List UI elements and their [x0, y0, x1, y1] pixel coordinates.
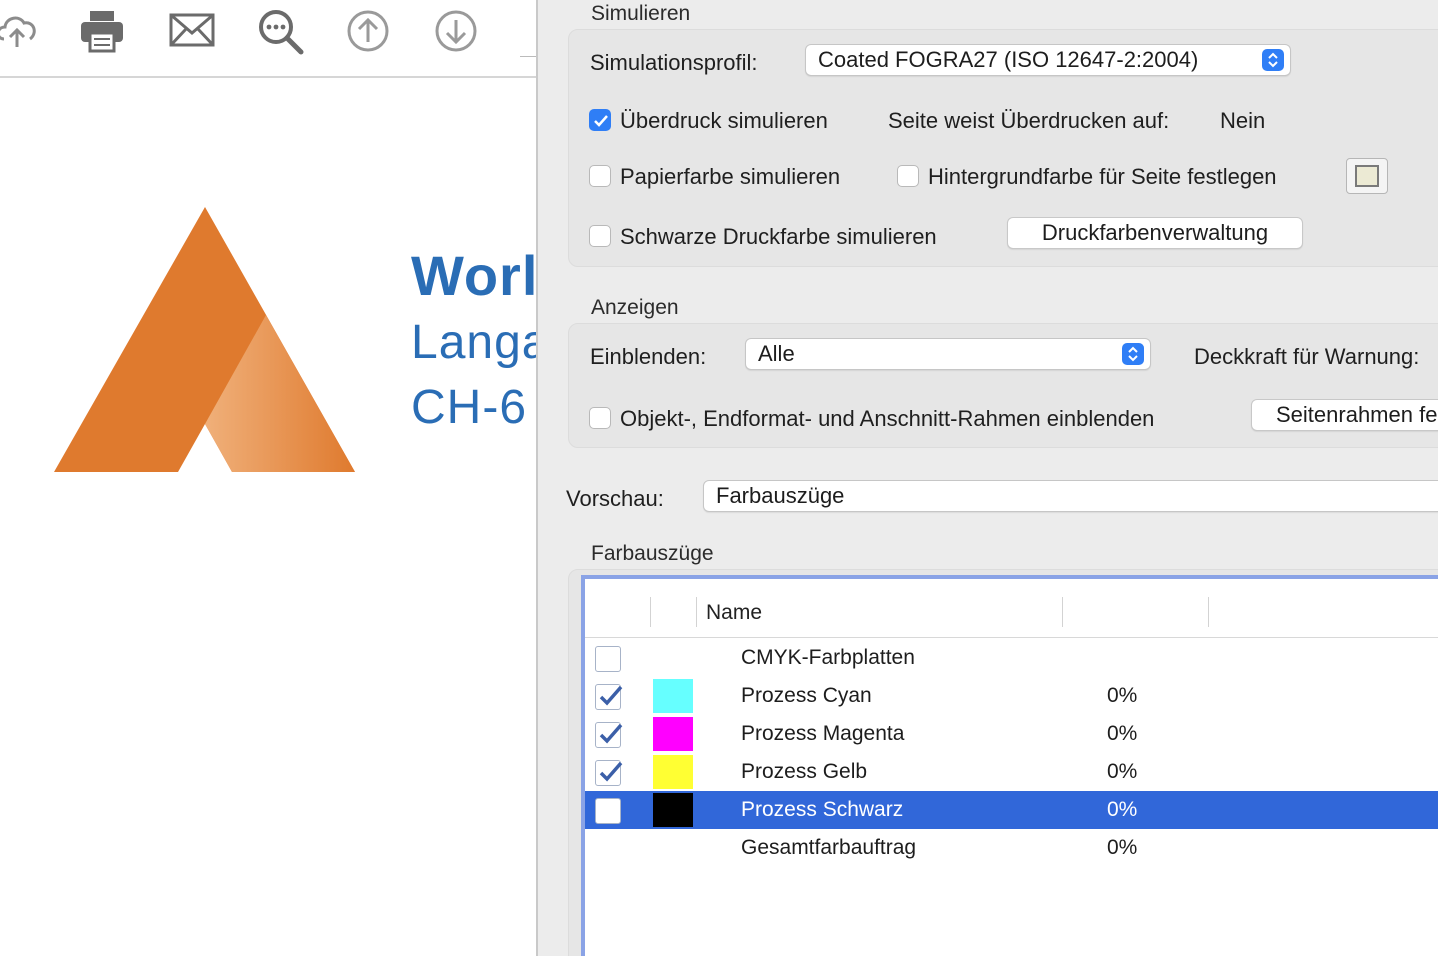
simulation-profile-value: Coated FOGRA27 (ISO 12647-2:2004): [818, 47, 1199, 72]
ink-color-swatch: [653, 793, 693, 827]
separations-table[interactable]: Name CMYK-Farbplatten Prozess Cyan 0% Proze…: [581, 575, 1438, 956]
boxes-checkbox[interactable]: [589, 407, 611, 429]
show-value: Alle: [758, 341, 795, 366]
column-separator: [696, 597, 697, 627]
table-row[interactable]: Prozess Gelb 0%: [585, 753, 1438, 791]
arrow-down-icon[interactable]: [431, 6, 481, 56]
table-row[interactable]: Prozess Cyan 0%: [585, 677, 1438, 715]
company-logo: [54, 207, 356, 478]
separation-coverage: 0%: [1107, 684, 1138, 707]
arrow-up-icon[interactable]: [343, 6, 393, 56]
table-row[interactable]: Gesamtfarbauftrag 0%: [585, 829, 1438, 867]
separation-name: Prozess Cyan: [741, 684, 872, 707]
page-has-overprint-value: Nein: [1220, 108, 1266, 133]
warning-opacity-label: Deckkraft für Warnung:: [1194, 344, 1420, 369]
ink-color-swatch: [653, 755, 693, 789]
row-visibility-checkbox[interactable]: [595, 722, 623, 748]
column-separator: [1208, 597, 1209, 627]
separations-section-title: Farbauszüge: [591, 542, 714, 565]
ink-manager-button-label: Druckfarbenverwaltung: [1041, 220, 1269, 245]
ink-manager-button[interactable]: Druckfarbenverwaltung: [1007, 217, 1303, 249]
column-separator: [1062, 597, 1063, 627]
output-preview-panel: Simulieren Simulationsprofil: Coated FOG…: [538, 0, 1438, 956]
swatch-color: [1355, 165, 1379, 187]
column-header-name[interactable]: Name: [706, 601, 762, 625]
popup-stepper-icon: [1262, 49, 1284, 71]
show-select[interactable]: Alle: [745, 338, 1151, 370]
row-visibility-checkbox[interactable]: [595, 684, 623, 710]
separation-coverage: 0%: [1107, 760, 1138, 783]
black-ink-checkbox[interactable]: [589, 225, 611, 247]
table-row[interactable]: CMYK-Farbplatten: [585, 639, 1438, 677]
page-has-overprint-label: Seite weist Überdrucken auf:: [888, 108, 1170, 133]
ink-color-swatch: [653, 679, 693, 713]
table-header: Name: [585, 579, 1438, 638]
separation-coverage: 0%: [1107, 798, 1138, 821]
paper-color-label: Papierfarbe simulieren: [620, 164, 841, 189]
background-color-label: Hintergrundfarbe für Seite festlegen: [928, 164, 1277, 189]
preview-value: Farbauszüge: [716, 483, 845, 508]
address-line-2: CH-6: [411, 381, 528, 434]
separation-name: CMYK-Farbplatten: [741, 646, 915, 669]
simulation-profile-label: Simulationsprofil:: [590, 50, 758, 75]
separation-name: Prozess Schwarz: [741, 798, 904, 821]
ink-color-swatch: [653, 717, 693, 751]
separation-name: Prozess Gelb: [741, 760, 868, 783]
column-separator: [650, 597, 651, 627]
separation-coverage: 0%: [1107, 836, 1138, 859]
row-visibility-checkbox[interactable]: [595, 646, 621, 672]
company-name: Worl: [411, 244, 538, 307]
boxes-label: Objekt-, Endformat- und Anschnitt-Rahmen…: [620, 406, 1155, 431]
separation-name: Gesamtfarbauftrag: [741, 836, 917, 859]
document-preview: Worl Langa CH-6: [0, 0, 538, 956]
display-section-title: Anzeigen: [591, 296, 679, 319]
row-visibility-checkbox[interactable]: [595, 798, 621, 824]
background-color-checkbox[interactable]: [897, 165, 919, 187]
overprint-label: Überdruck simulieren: [620, 108, 828, 133]
document-toolbar: [0, 0, 538, 78]
simulation-profile-select[interactable]: Coated FOGRA27 (ISO 12647-2:2004): [805, 44, 1291, 76]
table-row[interactable]: Prozess Schwarz 0%: [585, 791, 1438, 829]
page-boxes-button[interactable]: Seitenrahmen fe: [1251, 399, 1438, 431]
table-row[interactable]: Prozess Magenta 0%: [585, 715, 1438, 753]
black-ink-label: Schwarze Druckfarbe simulieren: [620, 224, 937, 249]
address-line-1: Langa: [411, 316, 538, 369]
preview-label: Vorschau:: [566, 486, 664, 511]
overprint-checkbox[interactable]: [589, 109, 611, 131]
separation-coverage: 0%: [1107, 722, 1138, 745]
preview-select[interactable]: Farbauszüge: [703, 480, 1438, 512]
row-visibility-checkbox[interactable]: [595, 760, 623, 786]
cloud-upload-icon[interactable]: [0, 6, 44, 56]
show-label: Einblenden:: [590, 344, 707, 369]
popup-stepper-icon: [1122, 343, 1144, 365]
print-icon[interactable]: [77, 6, 127, 56]
background-color-swatch[interactable]: [1346, 158, 1388, 194]
separation-name: Prozess Magenta: [741, 722, 905, 745]
zoom-search-icon[interactable]: [255, 6, 305, 56]
mail-icon[interactable]: [167, 6, 217, 56]
paper-color-checkbox[interactable]: [589, 165, 611, 187]
page-boxes-button-label: Seitenrahmen fe: [1276, 402, 1438, 427]
simulate-section-title: Simulieren: [591, 2, 691, 25]
